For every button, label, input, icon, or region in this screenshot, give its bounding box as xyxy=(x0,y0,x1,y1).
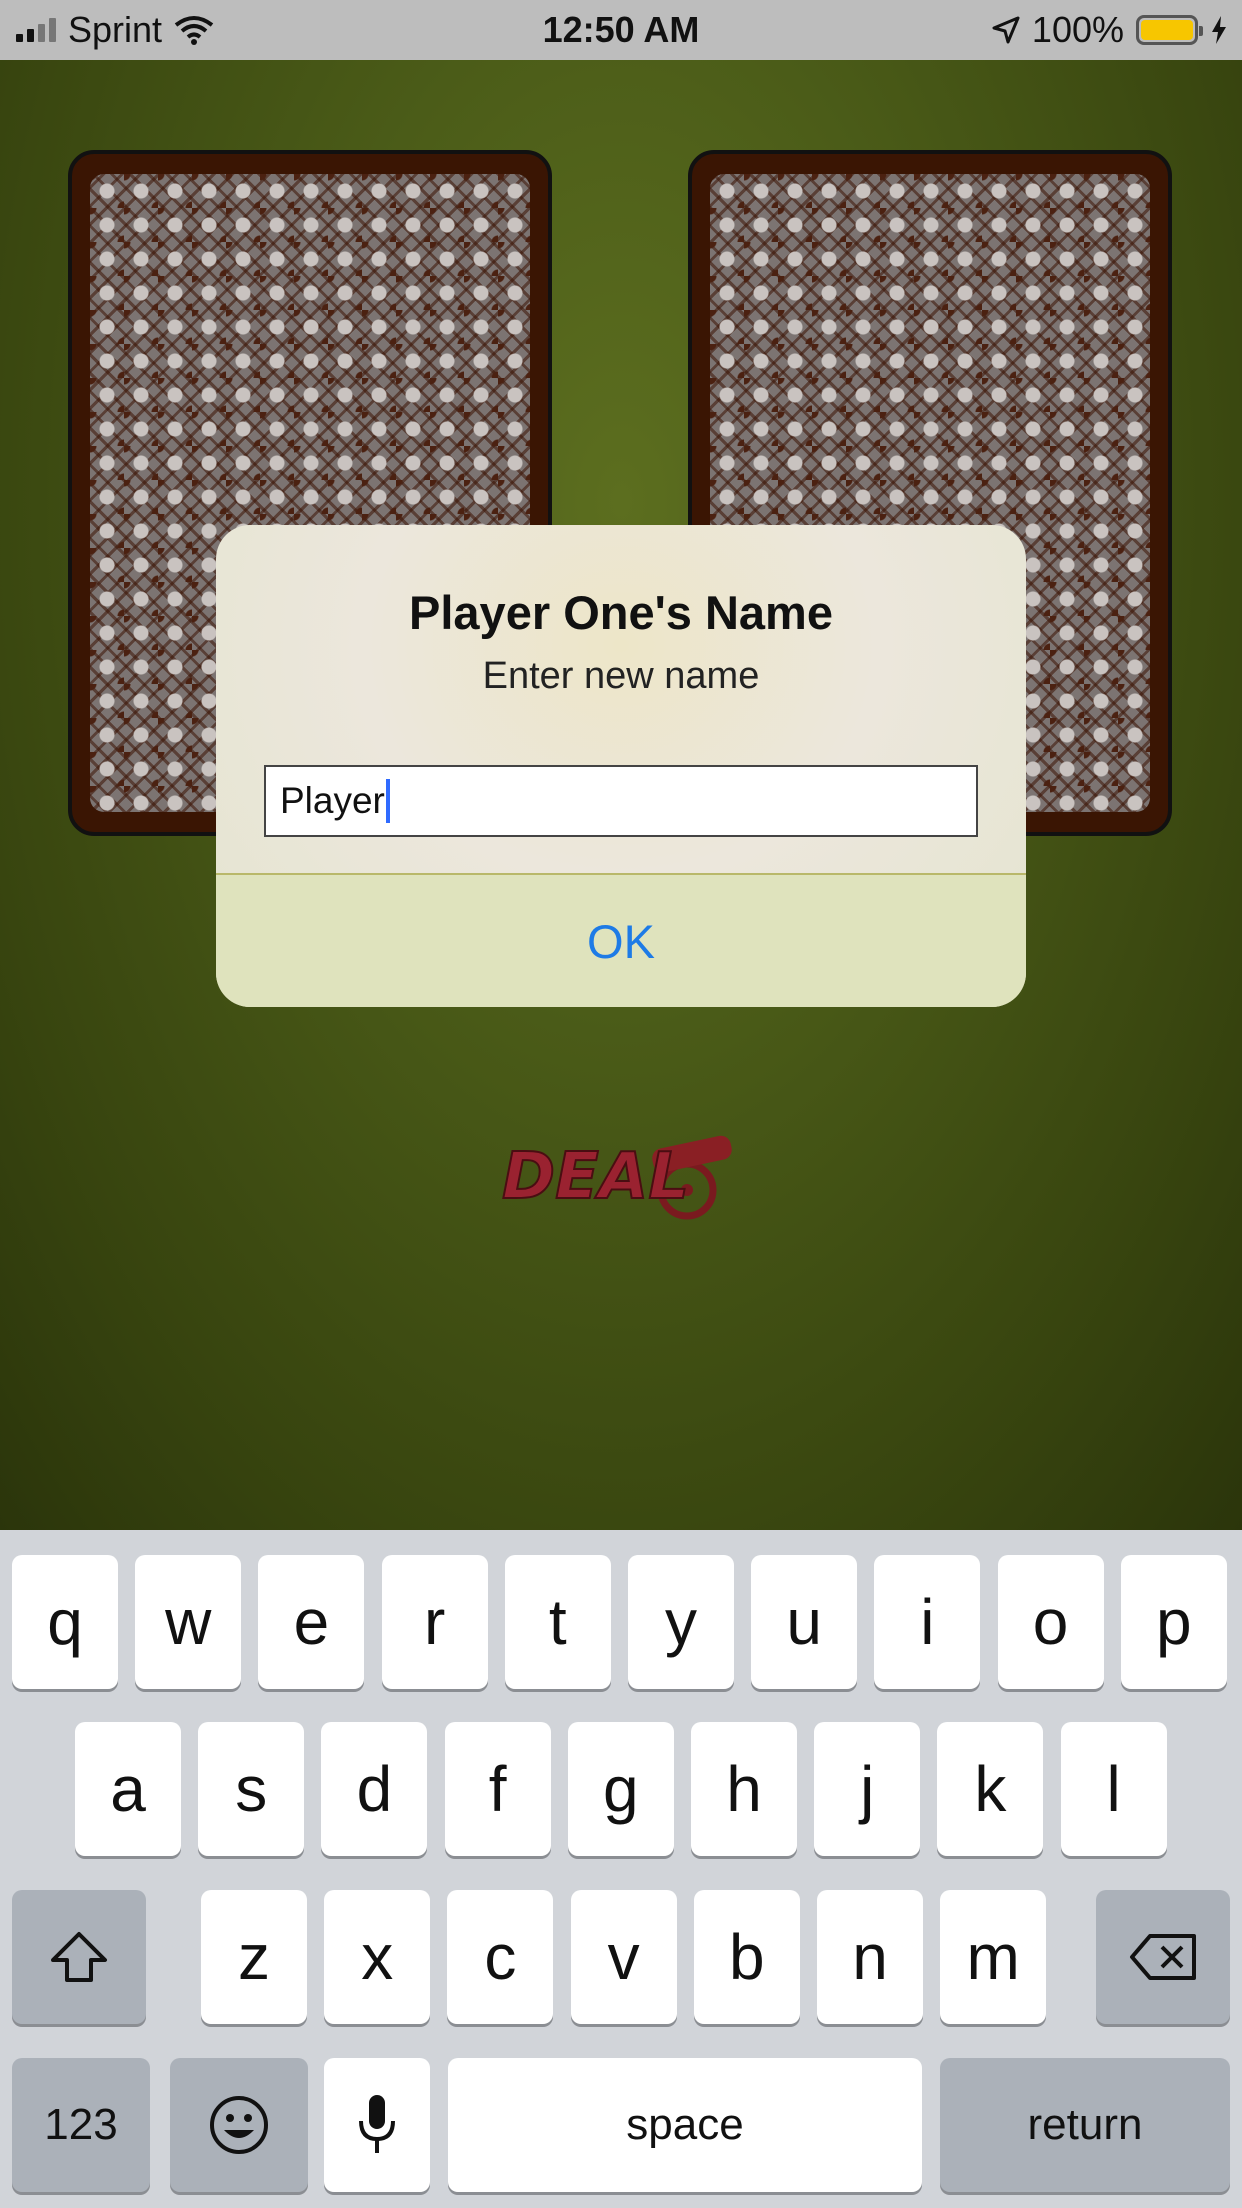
player-name-dialog: Player One's Name Enter new name Player … xyxy=(216,525,1026,1007)
key-o[interactable]: o xyxy=(997,1555,1104,1689)
key-w[interactable]: w xyxy=(135,1555,242,1689)
charging-bolt-icon xyxy=(1212,16,1226,44)
key-r[interactable]: r xyxy=(381,1555,488,1689)
battery-percent: 100% xyxy=(1031,9,1124,50)
key-x[interactable]: x xyxy=(324,1890,431,2024)
location-arrow-icon xyxy=(992,16,1020,44)
dictation-key[interactable] xyxy=(324,2058,430,2192)
deal-logo-text: DEAL xyxy=(502,1140,689,1214)
dialog-title: Player One's Name xyxy=(409,586,833,639)
key-k[interactable]: k xyxy=(937,1722,1044,1856)
key-d[interactable]: d xyxy=(321,1722,428,1856)
key-z[interactable]: z xyxy=(201,1890,307,2024)
deal-button-logo[interactable]: DEAL xyxy=(502,1120,742,1230)
battery-icon xyxy=(1136,15,1203,45)
player-name-input[interactable]: Player xyxy=(264,765,978,837)
key-t[interactable]: t xyxy=(504,1555,611,1689)
key-c[interactable]: c xyxy=(447,1890,554,2024)
key-p[interactable]: p xyxy=(1120,1555,1227,1689)
key-e[interactable]: e xyxy=(258,1555,365,1689)
shift-key[interactable] xyxy=(12,1890,146,2024)
key-h[interactable]: h xyxy=(691,1722,797,1856)
key-f[interactable]: f xyxy=(444,1722,551,1856)
return-key[interactable]: return xyxy=(940,2058,1230,2192)
dialog-subtitle: Enter new name xyxy=(482,655,760,697)
emoji-key[interactable] xyxy=(170,2058,308,2192)
microphone-icon xyxy=(359,2095,395,2153)
key-u[interactable]: u xyxy=(751,1555,858,1689)
key-j[interactable]: j xyxy=(814,1722,921,1856)
key-n[interactable]: n xyxy=(817,1890,923,2024)
key-v[interactable]: v xyxy=(570,1890,677,2024)
key-g[interactable]: g xyxy=(567,1722,674,1856)
shift-icon xyxy=(51,1932,107,1982)
key-s[interactable]: s xyxy=(198,1722,305,1856)
key-i[interactable]: i xyxy=(874,1555,981,1689)
key-b[interactable]: b xyxy=(693,1890,800,2024)
key-m[interactable]: m xyxy=(940,1890,1047,2024)
status-right: 100% xyxy=(992,9,1228,51)
space-key[interactable]: space xyxy=(448,2058,922,2192)
ok-button[interactable]: OK xyxy=(216,875,1026,1007)
keyboard: 123 space return qwertyuiop asdfghjkl zxcv… xyxy=(0,1530,1242,2208)
delete-key[interactable] xyxy=(1096,1890,1230,2024)
status-bar: Sprint 12:50 AM 100% xyxy=(0,0,1242,60)
numbers-key[interactable]: 123 xyxy=(12,2058,150,2192)
key-l[interactable]: l xyxy=(1060,1722,1167,1856)
key-a[interactable]: a xyxy=(75,1722,181,1856)
delete-icon xyxy=(1130,1934,1196,1980)
key-q[interactable]: q xyxy=(12,1555,118,1689)
player-name-value: Player xyxy=(280,780,385,821)
text-cursor xyxy=(385,779,390,823)
emoji-icon xyxy=(210,2096,268,2154)
key-y[interactable]: y xyxy=(628,1555,734,1689)
